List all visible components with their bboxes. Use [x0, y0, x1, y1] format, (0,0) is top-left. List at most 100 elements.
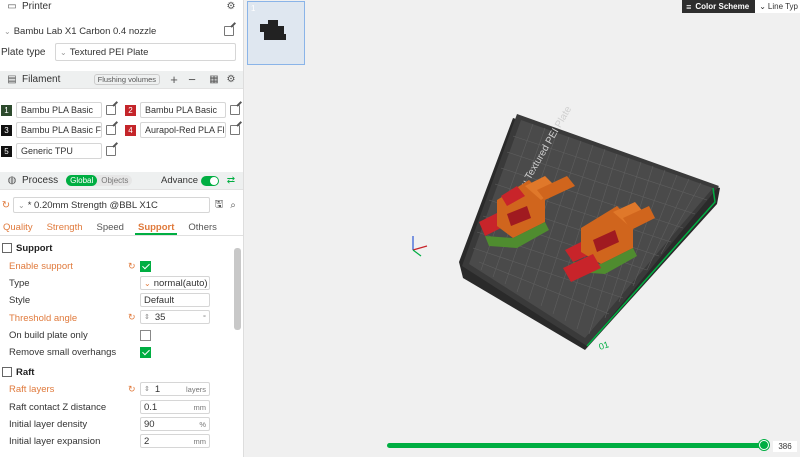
- filament-edit-icon[interactable]: [106, 125, 116, 135]
- filament-settings-gear-icon[interactable]: ⚙: [225, 74, 237, 86]
- support-style-label: Style: [9, 295, 31, 306]
- tab-support[interactable]: Support: [134, 222, 178, 235]
- remove-small-overhangs-checkbox[interactable]: [140, 347, 151, 358]
- line-type-select[interactable]: ⌄ Line Typ: [755, 0, 800, 13]
- color-scheme-bar[interactable]: ≡ Color Scheme ⌄ Line Typ: [682, 0, 800, 13]
- raft-contact-z-input[interactable]: 0.1 mm: [140, 400, 210, 414]
- remove-filament-icon[interactable]: −: [186, 72, 198, 87]
- printer-edit-icon[interactable]: [224, 26, 234, 36]
- save-preset-icon[interactable]: 🖫: [213, 199, 225, 211]
- initial-layer-expansion-label: Initial layer expansion: [9, 436, 101, 447]
- raft-layers-input[interactable]: ⇕ 1 layers: [140, 382, 210, 396]
- filament-title: Filament: [22, 74, 61, 85]
- reset-icon[interactable]: ↻: [128, 384, 136, 395]
- tab-speed[interactable]: Speed: [94, 222, 127, 235]
- line-type-label: Line Typ: [767, 2, 798, 11]
- filament-select[interactable]: Aurapol-Red PLA Fl...: [140, 122, 226, 138]
- filament-select[interactable]: Generic TPU: [16, 143, 102, 159]
- filament-name: Bambu PLA Basic: [21, 105, 94, 115]
- build-plate-only-checkbox[interactable]: [140, 330, 151, 341]
- plate-thumbnail[interactable]: 1: [247, 1, 305, 65]
- filament-edit-icon[interactable]: [106, 146, 116, 156]
- printer-settings-gear-icon[interactable]: ⚙: [225, 1, 237, 13]
- filament-item-5[interactable]: 5 Generic TPU: [1, 143, 116, 159]
- plate-text: Bambu Textured PEI Plate: [506, 104, 574, 211]
- tab-quality[interactable]: Quality: [0, 222, 36, 235]
- threshold-angle-input[interactable]: ⇕ 35 °: [140, 310, 210, 324]
- threshold-angle-unit: °: [203, 312, 206, 322]
- support-style-select[interactable]: Default: [140, 293, 210, 307]
- stepper-icon[interactable]: ⇕: [144, 385, 150, 393]
- chevron-down-icon: ⌄: [759, 2, 766, 11]
- raft-contact-z-value: 0.1: [144, 401, 158, 413]
- filament-item-4[interactable]: 4 Aurapol-Red PLA Fl...: [125, 122, 240, 138]
- support-type-select[interactable]: ⌄ normal(auto): [140, 276, 210, 290]
- enable-support-checkbox[interactable]: [140, 261, 151, 272]
- plate-type-label: Plate type: [1, 46, 46, 58]
- printer-title: Printer: [22, 1, 52, 12]
- add-filament-icon[interactable]: +: [168, 72, 180, 87]
- objects-option[interactable]: Objects: [97, 176, 132, 185]
- plate-corner-label: 01: [598, 339, 611, 352]
- tab-strength[interactable]: Strength: [44, 222, 86, 235]
- model-right: [563, 202, 655, 282]
- raft-contact-z-unit: mm: [193, 402, 207, 412]
- initial-layer-expansion-input[interactable]: 2 mm: [140, 434, 210, 448]
- filament-edit-icon[interactable]: [106, 105, 116, 115]
- filament-select[interactable]: Bambu PLA Basic: [140, 102, 226, 118]
- remove-small-overhangs-label: Remove small overhangs: [9, 347, 117, 358]
- plate-type-select[interactable]: ⌄ Textured PEI Plate: [55, 43, 236, 61]
- plate-thumbnail-number: 1: [251, 4, 256, 13]
- tab-others[interactable]: Others: [185, 222, 220, 235]
- raft-layers-value: 1: [154, 383, 161, 395]
- sidebar-scrollbar[interactable]: [234, 248, 241, 330]
- layer-slider-handle[interactable]: [759, 440, 769, 450]
- filament-edit-icon[interactable]: [230, 105, 240, 115]
- filament-select[interactable]: Bambu PLA Basic Fl...: [16, 122, 102, 138]
- build-plate-base: [459, 118, 720, 350]
- global-objects-switch[interactable]: Global Objects: [66, 175, 133, 186]
- raft-group-title: Raft: [16, 366, 35, 378]
- advance-label: Advance: [161, 175, 198, 186]
- filament-sync-icon[interactable]: ▦: [208, 74, 220, 86]
- 3d-viewport[interactable]: 1 ≡ Color Scheme ⌄ Line Typ 01 Bambu Tex…: [245, 0, 800, 457]
- stepper-icon[interactable]: ⇕: [144, 313, 150, 321]
- layer-slider-track[interactable]: [387, 443, 765, 448]
- color-scheme-label: Color Scheme: [695, 2, 750, 11]
- raft-layers-label: Raft layers: [9, 384, 55, 395]
- search-icon[interactable]: ⌕: [227, 199, 239, 211]
- support-group-header: Support: [0, 241, 235, 255]
- filament-select[interactable]: Bambu PLA Basic: [16, 102, 102, 118]
- process-preset-select[interactable]: ⌄ * 0.20mm Strength @BBL X1C: [13, 197, 210, 213]
- process-icon: ◍: [7, 175, 17, 186]
- compare-icon[interactable]: ⇄: [225, 175, 237, 187]
- printer-select[interactable]: ⌄ Bambu Lab X1 Carbon 0.4 nozzle: [0, 23, 220, 39]
- reset-icon[interactable]: ↻: [128, 261, 136, 272]
- filament-color-swatch: 5: [1, 145, 12, 157]
- filament-item-3[interactable]: 3 Bambu PLA Basic Fl...: [1, 122, 116, 138]
- axis-gizmo: [412, 236, 428, 257]
- printer-machine-name: Bambu Lab X1 Carbon 0.4 nozzle: [13, 25, 157, 37]
- reset-icon[interactable]: ↻: [128, 312, 136, 323]
- process-preset-name: * 0.20mm Strength @BBL X1C: [27, 199, 158, 211]
- support-group-icon: [2, 243, 12, 253]
- support-type-value: normal(auto): [153, 277, 208, 289]
- chevron-down-icon: ⌄: [144, 278, 151, 288]
- filament-edit-icon[interactable]: [230, 125, 240, 135]
- build-plate-surface: [469, 120, 713, 338]
- global-option[interactable]: Global: [66, 175, 98, 186]
- layout-icon[interactable]: ≡: [682, 2, 695, 12]
- raft-group-header: Raft: [0, 365, 235, 379]
- flushing-volumes-button[interactable]: Flushing volumes: [93, 74, 160, 85]
- advance-toggle[interactable]: [201, 175, 219, 186]
- reset-icon[interactable]: ↻: [0, 199, 12, 211]
- threshold-angle-value: 35: [154, 311, 166, 323]
- raft-layers-unit: layers: [185, 384, 206, 394]
- filament-name: Bambu PLA Basic: [145, 105, 218, 115]
- plate-thumbnail-preview: [260, 20, 286, 40]
- enable-support-label: Enable support: [9, 261, 73, 272]
- initial-layer-density-input[interactable]: 90 %: [140, 417, 210, 431]
- filament-item-1[interactable]: 1 Bambu PLA Basic: [1, 102, 116, 118]
- filament-color-swatch: 4: [125, 124, 136, 136]
- filament-item-2[interactable]: 2 Bambu PLA Basic: [125, 102, 240, 118]
